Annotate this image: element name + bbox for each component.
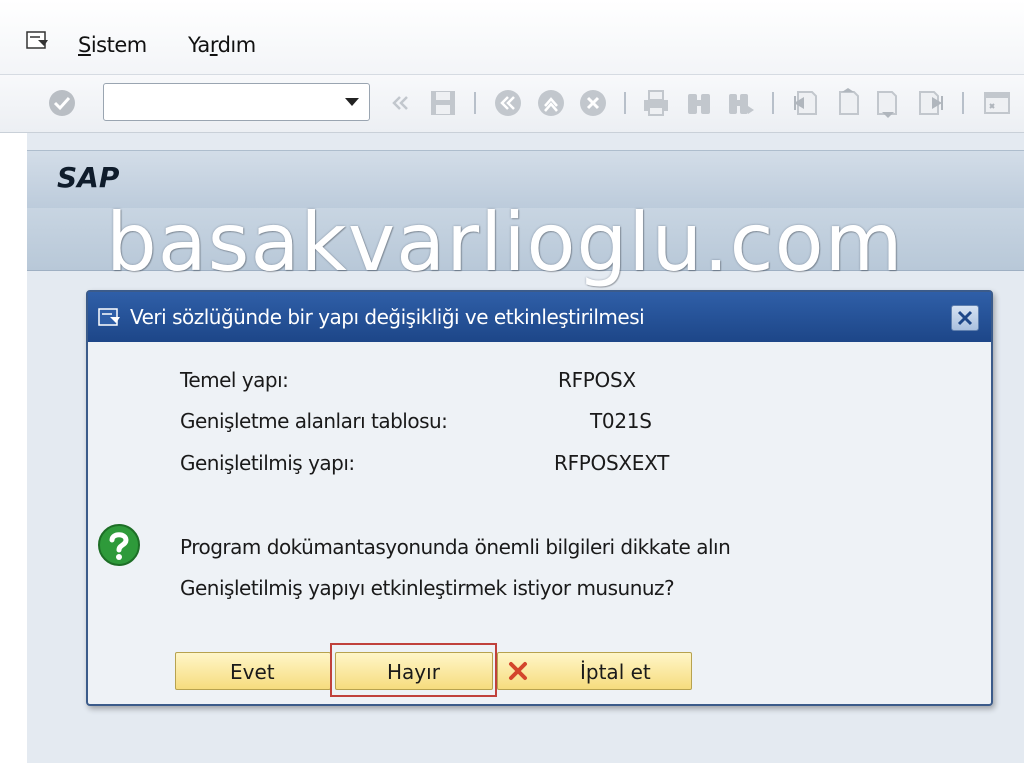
menu-yardim-label-end: dım: [217, 33, 257, 57]
dialog-title: Veri sözlüğünde bir yapı değişikliği ve …: [130, 305, 645, 329]
enter-icon[interactable]: [47, 88, 77, 118]
last-page-icon[interactable]: [916, 88, 946, 118]
save-icon[interactable]: [428, 88, 458, 118]
title-bar: SAP: [27, 150, 1024, 210]
field-value-base-structure: RFPOSX: [558, 368, 636, 392]
close-icon: [957, 310, 973, 326]
menu-sistem[interactable]: Sistem: [78, 33, 147, 57]
cancel-button-label: İptal et: [580, 660, 651, 684]
toolbar-separator: [624, 92, 626, 114]
yes-button-label: Evet: [230, 660, 275, 684]
menu-bar: Sistem Yardım: [0, 0, 1024, 75]
back-icon[interactable]: [493, 88, 523, 118]
dialog-menu-icon[interactable]: [98, 307, 122, 327]
field-label-extended-structure: Genişletilmiş yapı:: [180, 451, 355, 475]
toolbar-separator: [962, 92, 964, 114]
menu-sistem-mnemonic: S: [78, 33, 91, 57]
dialog-title-bar: Veri sözlüğünde bir yapı değişikliği ve …: [88, 292, 991, 342]
yes-button[interactable]: Evet: [175, 652, 331, 690]
message-line-1: Program dokümantasyonunda önemli bilgile…: [180, 535, 731, 559]
print-icon[interactable]: [641, 88, 671, 118]
command-input[interactable]: [110, 84, 334, 120]
menu-icon[interactable]: [26, 30, 50, 50]
cancel-button[interactable]: İptal et: [497, 652, 692, 690]
menu-yardim[interactable]: Yardım: [188, 33, 256, 57]
cancel-icon[interactable]: [578, 88, 608, 118]
left-margin: [0, 133, 27, 763]
application-toolbar: [27, 208, 1024, 271]
field-value-extension-table: T021S: [590, 409, 652, 433]
menu-yardim-mnemonic: r: [209, 33, 218, 57]
message-line-2: Genişletilmiş yapıyı etkinleştirmek isti…: [180, 576, 675, 600]
create-session-icon[interactable]: [982, 88, 1012, 118]
chevron-down-icon[interactable]: [345, 98, 359, 106]
previous-page-icon[interactable]: [832, 88, 862, 118]
next-page-icon[interactable]: [874, 88, 904, 118]
confirmation-dialog: Veri sözlüğünde bir yapı değişikliği ve …: [86, 290, 993, 706]
find-icon[interactable]: [684, 88, 714, 118]
field-label-extension-table: Genişletme alanları tablosu:: [180, 409, 448, 433]
menu-yardim-label-start: Ya: [188, 33, 210, 57]
command-field[interactable]: [103, 83, 370, 121]
no-button[interactable]: Hayır: [335, 652, 493, 690]
exit-icon[interactable]: [536, 88, 566, 118]
field-label-base-structure: Temel yapı:: [180, 368, 289, 392]
no-button-label: Hayır: [387, 660, 440, 684]
menu-sistem-label: istem: [90, 33, 147, 57]
toolbar-separator: [474, 92, 476, 114]
toolbar-separator: [772, 92, 774, 114]
find-next-icon[interactable]: [726, 88, 756, 118]
back-arrows-icon[interactable]: [386, 88, 416, 118]
question-icon: [98, 524, 140, 566]
cancel-x-icon: [509, 662, 527, 680]
close-button[interactable]: [951, 305, 979, 331]
first-page-icon[interactable]: [790, 88, 820, 118]
field-value-extended-structure: RFPOSXEXT: [554, 451, 670, 475]
page-title: SAP: [57, 161, 120, 194]
